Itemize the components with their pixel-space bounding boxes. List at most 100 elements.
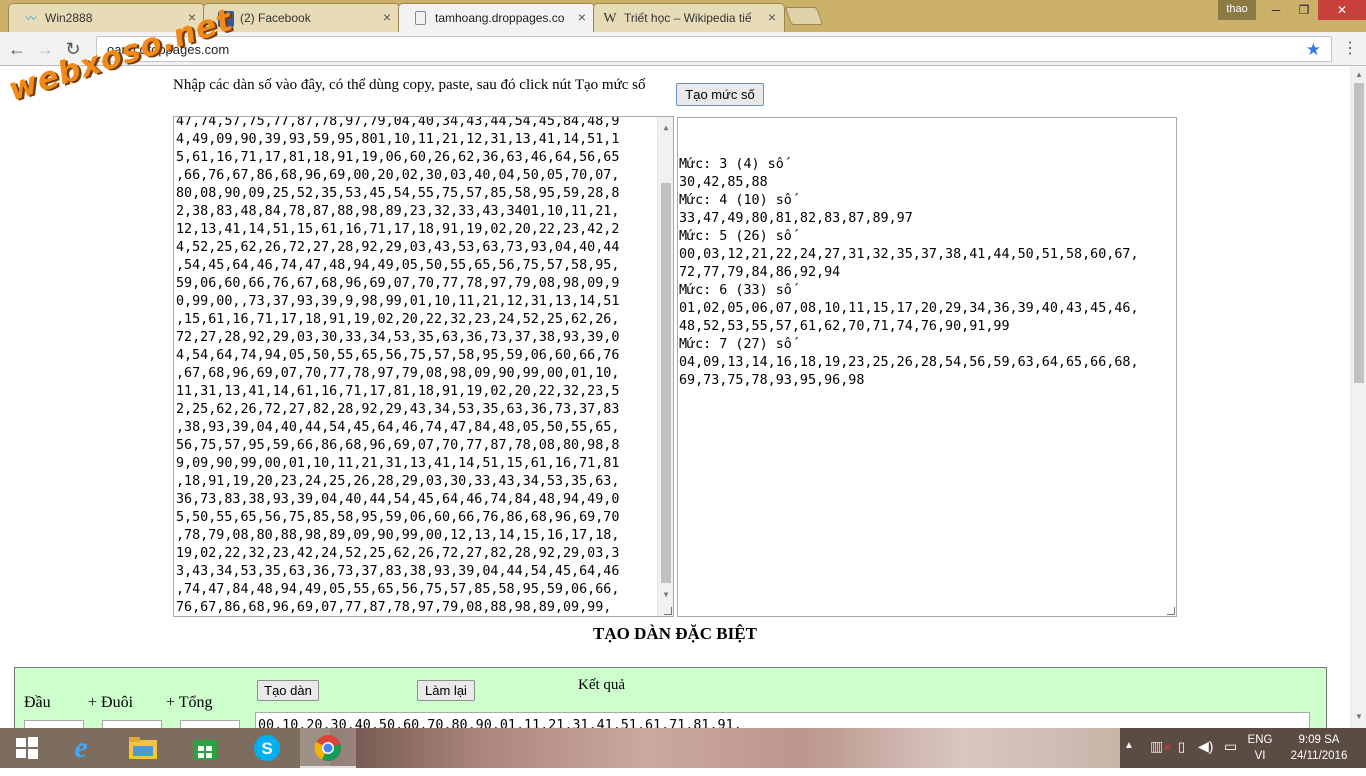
close-icon[interactable]: × (383, 9, 391, 25)
input-line: 2,25,62,26,72,27,82,28,92,29,43,34,53,35… (176, 402, 620, 417)
output-line: 48,52,53,55,57,61,62,70,71,74,76,90,91,9… (679, 319, 1010, 334)
tab-wikipedia[interactable]: W Triết học – Wikipedia tiế × (593, 3, 785, 32)
new-tab-button[interactable] (784, 7, 824, 25)
output-textarea[interactable]: Mức: 3 (4) số 30,42,85,88 Mức: 4 (10) số 33… (677, 117, 1177, 617)
input-line: 9,09,90,99,00,01,10,11,21,31,13,41,14,51… (176, 456, 620, 471)
output-lines: Mức: 3 (4) số 30,42,85,88 Mức: 4 (10) số 33… (679, 156, 1176, 390)
forward-icon[interactable]: → (34, 38, 56, 60)
scroll-thumb[interactable] (661, 183, 671, 583)
tab-title: tamhoang.droppages.co (435, 11, 565, 25)
page-content: Nhập các dàn số vào đây, có thể dùng cop… (0, 67, 1350, 728)
battery-icon[interactable]: ▯ (1178, 739, 1185, 755)
page-icon (415, 11, 426, 25)
minimize-button[interactable]: ─ (1262, 0, 1290, 20)
maximize-button[interactable]: ❐ (1290, 0, 1318, 20)
tab-title: (2) Facebook (240, 11, 311, 25)
input-line: 76,67,86,68,96,69,07,77,87,78,97,79,08,8… (176, 600, 612, 615)
output-line: Mức: 6 (33) số (679, 283, 792, 298)
label-tail: + Đuôi (88, 694, 134, 711)
wikipedia-icon: W (603, 11, 617, 26)
output-line: 33,47,49,80,81,82,83,87,89,97 (679, 211, 913, 226)
special-section-title: TẠO DÀN ĐẶC BIỆT (0, 624, 1350, 644)
result-label: Kết quả (578, 677, 626, 693)
input-line: 11,31,13,41,14,61,16,71,17,81,18,91,19,0… (176, 384, 620, 399)
input-line: 47,74,57,75,77,87,78,97,79,04,40,34,43,4… (176, 116, 620, 129)
special-set-panel: Đầu + Đuôi + Tổng Tạo dàn Làm lại Kết qu… (14, 667, 1327, 728)
chrome-icon[interactable] (300, 728, 356, 768)
internet-explorer-icon[interactable]: e (54, 728, 108, 768)
textarea-scrollbar[interactable]: ▲ ▼ (657, 117, 673, 616)
sum-input[interactable] (180, 720, 240, 728)
input-line: ,74,47,84,48,94,49,05,55,65,56,75,57,85,… (176, 582, 620, 597)
clock-time[interactable]: 9:09 SA (1284, 734, 1354, 746)
result-textarea[interactable]: 00,10,20,30,40,50,60,70,80,90,01,11,21,3… (255, 712, 1310, 728)
tab-title: Triết học – Wikipedia tiế (624, 11, 752, 25)
create-set-button[interactable]: Tạo dàn (257, 680, 319, 701)
window-close-button[interactable]: ✕ (1318, 0, 1366, 20)
svg-text:S: S (261, 739, 272, 758)
input-line: 5,61,16,71,17,81,18,91,19,06,60,26,62,36… (176, 150, 620, 165)
input-line: ,78,79,08,80,88,98,89,09,90,99,00,12,13,… (176, 528, 620, 543)
output-line: Mức: 3 (4) số (679, 157, 784, 172)
output-line: Mức: 4 (10) số (679, 193, 792, 208)
input-line: 2,38,83,48,84,78,87,88,98,89,23,32,33,43… (176, 204, 620, 219)
output-line: Mức: 7 (27) số (679, 337, 792, 352)
bookmark-star-icon[interactable]: ★ (1306, 40, 1321, 60)
desktop-wallpaper-strip (330, 728, 1120, 768)
clock-date[interactable]: 24/11/2016 (1284, 750, 1354, 762)
page-scrollbar[interactable]: ▲ ▼ (1350, 67, 1366, 728)
menu-icon[interactable]: ⋮ (1340, 38, 1360, 58)
input-lines: 47,74,57,75,77,87,78,97,79,04,40,34,43,4… (176, 116, 620, 616)
output-line: 04,09,13,14,16,18,19,23,25,26,28,54,56,5… (679, 355, 1139, 370)
page-scroll-thumb[interactable] (1354, 83, 1364, 383)
create-level-button[interactable]: Tạo mức số (676, 83, 764, 106)
resize-grip-icon[interactable] (664, 607, 672, 615)
scroll-down-icon[interactable]: ▼ (658, 586, 673, 604)
close-icon[interactable]: × (578, 9, 586, 25)
scroll-up-icon[interactable]: ▲ (658, 119, 673, 137)
tab-title: Win2888 (45, 11, 93, 25)
output-line: 30,42,85,88 (679, 175, 768, 190)
scroll-up-icon[interactable]: ▲ (1351, 70, 1366, 79)
input-line: ,15,61,16,71,17,18,91,19,02,20,22,32,23,… (176, 312, 620, 327)
input-line: 19,02,22,32,23,42,24,52,25,62,26,72,27,8… (176, 546, 620, 561)
language-top[interactable]: ENG (1245, 734, 1275, 746)
close-icon[interactable]: × (768, 9, 776, 25)
tab-tamhoang[interactable]: tamhoang.droppages.co × (398, 3, 595, 32)
reset-button[interactable]: Làm lại (417, 680, 475, 701)
network-icon[interactable]: ▥✕ (1150, 738, 1172, 755)
message-icon[interactable]: ▭ (1224, 738, 1237, 755)
input-line: ,67,68,96,69,07,70,77,78,97,79,08,98,09,… (176, 366, 620, 381)
input-line: 4,54,64,74,94,05,50,55,65,56,75,57,58,95… (176, 348, 620, 363)
volume-icon[interactable]: ◀) (1198, 738, 1213, 755)
resize-grip-icon[interactable] (1167, 607, 1175, 615)
input-line: 4,49,09,90,39,93,59,95,801,10,11,21,12,3… (176, 132, 620, 147)
file-explorer-icon[interactable] (116, 728, 170, 768)
user-badge[interactable]: thao (1218, 0, 1256, 20)
show-hidden-icons[interactable]: ▲ (1124, 740, 1134, 751)
output-line: 00,03,12,21,22,24,27,31,32,35,37,38,41,4… (679, 247, 1139, 262)
tail-input[interactable] (102, 720, 162, 728)
win2888-favicon: 〰 (25, 13, 37, 25)
back-icon[interactable]: ← (6, 38, 28, 60)
input-line: 12,13,41,14,51,15,61,16,71,17,18,91,19,0… (176, 222, 620, 237)
start-icon[interactable] (0, 728, 54, 768)
input-line: 5,50,55,65,56,75,85,58,95,59,06,60,66,76… (176, 510, 620, 525)
output-line: 72,77,79,84,86,92,94 (679, 265, 841, 280)
input-line: 0,99,00,,73,37,93,39,9,98,99,01,10,11,21… (176, 294, 620, 309)
input-textarea[interactable]: 47,74,57,75,77,87,78,97,79,04,40,34,43,4… (173, 116, 674, 617)
store-icon[interactable] (178, 728, 232, 768)
address-bar[interactable]: oang.droppages.com ★ (96, 36, 1332, 62)
input-line: 59,06,60,66,76,67,68,96,69,07,70,77,78,9… (176, 276, 620, 291)
input-line: 72,27,28,92,29,03,30,33,34,53,35,63,36,7… (176, 330, 620, 345)
input-line: ,38,93,39,04,40,44,54,45,64,46,74,47,84,… (176, 420, 620, 435)
skype-icon[interactable]: S (240, 728, 294, 768)
language-bottom[interactable]: VI (1245, 750, 1275, 762)
instruction-text: Nhập các dàn số vào đây, có thể dùng cop… (173, 77, 646, 93)
label-sum: + Tổng (166, 694, 213, 711)
head-input[interactable] (24, 720, 84, 728)
output-line: Mức: 5 (26) số (679, 229, 792, 244)
scroll-down-icon[interactable]: ▼ (1351, 712, 1366, 721)
taskbar: e S ▲ ▥✕ ▯ ◀) ▭ ENG VI 9:09 SA 24/11/201… (0, 728, 1366, 768)
input-line: ,54,45,64,46,74,47,48,94,49,05,50,55,65,… (176, 258, 620, 273)
